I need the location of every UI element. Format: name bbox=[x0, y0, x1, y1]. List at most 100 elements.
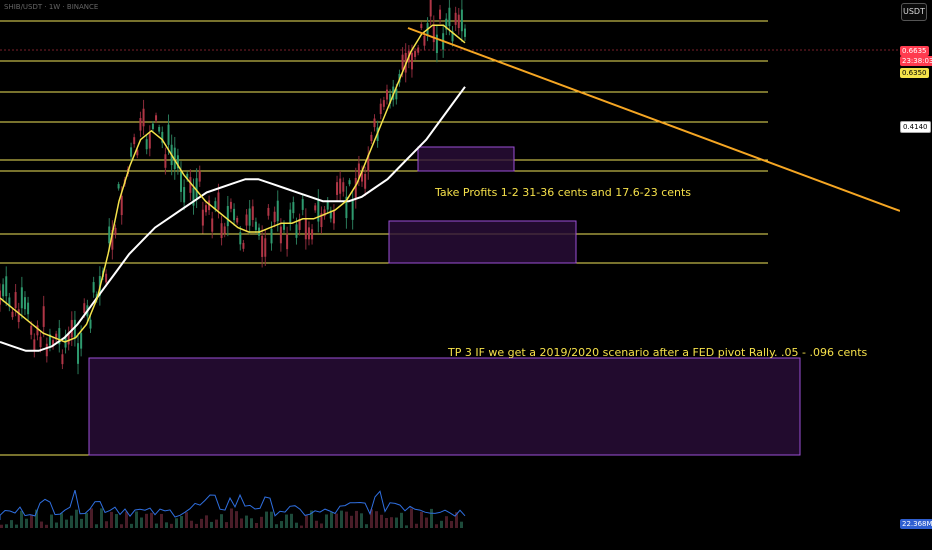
volume-bar bbox=[30, 514, 33, 528]
candle-body bbox=[164, 154, 167, 168]
candle-body bbox=[264, 238, 267, 257]
candle-body bbox=[286, 234, 289, 250]
price-axis[interactable] bbox=[900, 0, 932, 550]
candle-body bbox=[429, 0, 432, 17]
volume-bar bbox=[20, 510, 23, 528]
candle-body bbox=[148, 133, 151, 149]
candle-body bbox=[145, 139, 148, 150]
candle-body bbox=[201, 209, 204, 226]
candle-body bbox=[83, 303, 86, 314]
descending-trendline bbox=[407, 27, 900, 212]
volume-bar bbox=[275, 524, 278, 528]
candle-body bbox=[301, 199, 304, 210]
volume-bar bbox=[355, 510, 358, 528]
candle-body bbox=[311, 229, 314, 240]
annotation-tp3: TP 3 IF we get a 2019/2020 scenario afte… bbox=[448, 346, 868, 359]
candle-body bbox=[229, 201, 232, 209]
volume-bar bbox=[210, 521, 213, 528]
target-zone-3 bbox=[88, 357, 801, 456]
volume-bar bbox=[420, 511, 423, 528]
candle-body bbox=[11, 311, 14, 318]
candle-body bbox=[336, 182, 339, 195]
volume-bar bbox=[410, 508, 413, 528]
candle-body bbox=[42, 306, 45, 327]
candle-body bbox=[304, 218, 307, 240]
candle-body bbox=[236, 217, 239, 223]
volume-bar bbox=[400, 512, 403, 528]
volume-bar bbox=[200, 518, 203, 528]
candle-body bbox=[454, 12, 457, 25]
candle-body bbox=[5, 276, 8, 297]
volume-bar bbox=[405, 525, 408, 528]
volume-bar bbox=[165, 522, 168, 528]
volume-bar bbox=[185, 512, 188, 528]
candle-body bbox=[142, 108, 145, 127]
candle-body bbox=[254, 221, 257, 230]
volume-bar bbox=[270, 511, 273, 528]
candle-body bbox=[226, 206, 229, 227]
candle-body bbox=[410, 52, 413, 70]
price-chart[interactable] bbox=[0, 0, 900, 550]
volume-bar bbox=[430, 508, 433, 528]
volume-bar bbox=[225, 522, 228, 528]
volume-bar bbox=[230, 508, 233, 528]
volume-bar bbox=[25, 518, 28, 528]
candle-body bbox=[351, 200, 354, 220]
candle-body bbox=[317, 199, 320, 222]
candle-body bbox=[292, 202, 295, 214]
candle-body bbox=[464, 28, 466, 37]
candle-body bbox=[239, 232, 242, 245]
volume-bar bbox=[105, 521, 108, 528]
volume-bar bbox=[335, 513, 338, 528]
volume-bar bbox=[195, 523, 198, 528]
candle-body bbox=[354, 177, 357, 199]
candle-body bbox=[276, 200, 279, 222]
volume-bar bbox=[155, 523, 158, 528]
target-zone-2 bbox=[388, 220, 577, 264]
candle-body bbox=[385, 89, 388, 100]
volume-bar bbox=[180, 516, 183, 528]
candle-body bbox=[23, 297, 26, 310]
volume-bar bbox=[125, 511, 128, 528]
candle-body bbox=[183, 187, 186, 203]
candle-body bbox=[195, 178, 198, 199]
candle-body bbox=[339, 178, 342, 194]
volume-bar bbox=[0, 524, 3, 528]
volume-bar bbox=[140, 517, 143, 528]
volume-bar bbox=[290, 513, 293, 528]
candle-body bbox=[295, 224, 298, 238]
candle-body bbox=[270, 228, 273, 244]
current-price-label: 0.6635 bbox=[900, 46, 929, 56]
candle-body bbox=[457, 14, 460, 29]
candle-body bbox=[273, 211, 276, 223]
ema-fast-label: 0.6350 bbox=[900, 68, 929, 78]
volume-bar bbox=[320, 523, 323, 528]
volume-bar bbox=[315, 520, 318, 528]
volume-bar bbox=[215, 519, 218, 528]
candle-body bbox=[61, 354, 64, 365]
candle-body bbox=[282, 223, 285, 230]
candle-body bbox=[439, 9, 442, 20]
volume-bar bbox=[90, 508, 93, 528]
candle-body bbox=[307, 227, 310, 240]
volume-label: 22.368M bbox=[900, 519, 932, 529]
candle-body bbox=[233, 208, 236, 221]
candle-body bbox=[242, 242, 245, 249]
candle-body bbox=[417, 47, 420, 53]
volume-bar bbox=[175, 518, 178, 528]
volume-bar bbox=[120, 524, 123, 528]
candle-body bbox=[14, 292, 17, 309]
volume-bar bbox=[375, 511, 378, 528]
candle-body bbox=[198, 170, 201, 182]
candle-body bbox=[423, 35, 426, 46]
candle-body bbox=[432, 24, 435, 43]
currency-button[interactable]: USDT bbox=[901, 3, 927, 21]
candle-body bbox=[39, 336, 42, 348]
candle-body bbox=[158, 127, 161, 132]
volume-bar bbox=[115, 514, 118, 528]
volume-bar bbox=[150, 512, 153, 528]
volume-bar bbox=[110, 511, 113, 528]
volume-bar bbox=[365, 524, 368, 528]
volume-bar bbox=[285, 514, 288, 528]
volume-bar bbox=[15, 524, 18, 528]
